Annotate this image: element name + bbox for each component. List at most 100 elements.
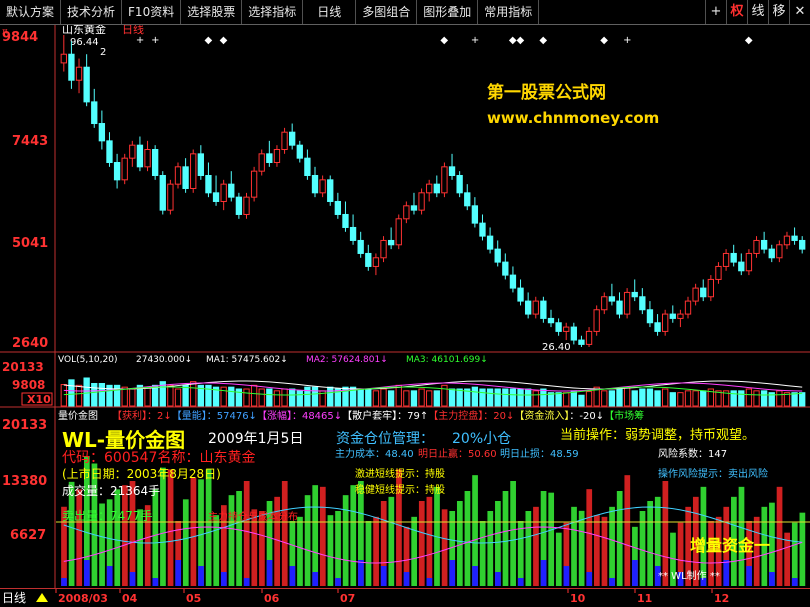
indicator-blue-bar (586, 572, 593, 586)
volume-bar (639, 388, 646, 407)
volume-bar (365, 388, 372, 407)
price-axis-label-2: 7443 (12, 134, 48, 149)
watermark-title: 第一股票公式网 (487, 82, 606, 103)
candlestick (753, 236, 760, 258)
candlestick (190, 149, 197, 193)
red-note: 主力持仓与成本分布 (208, 510, 298, 523)
select-indicator-button[interactable]: 选择指标 (242, 0, 304, 24)
volume-bar (753, 390, 760, 407)
indicator-blue-bar (335, 578, 341, 586)
volume-bar (205, 384, 212, 407)
candlestick (243, 192, 250, 219)
line-toggle[interactable]: 线 (747, 0, 768, 24)
volume-bar (578, 394, 585, 407)
candlestick (464, 184, 471, 211)
candlestick (448, 153, 456, 180)
candlestick (684, 296, 692, 319)
indicator-bar (205, 469, 212, 586)
indicator-bar (319, 486, 326, 586)
overlay-date: 2009年1月5日 (208, 431, 303, 447)
indicator-bar (533, 506, 539, 586)
indicator-blue-bar (472, 566, 478, 586)
plus-icon[interactable]: + (705, 0, 726, 24)
candlestick (349, 214, 357, 245)
candlestick (677, 309, 684, 328)
close-icon[interactable]: ✕ (789, 0, 810, 24)
volume-bar (144, 386, 151, 407)
volume-bar (623, 386, 631, 407)
volume-bar (494, 388, 501, 407)
indicator-bar (586, 489, 593, 586)
increase-funds: 增量资金一 (690, 536, 770, 555)
volume-bar (715, 390, 722, 407)
candlestick (60, 35, 67, 72)
toolbar: 默认方案 技术分析 F10资料 选择股票 选择指标 日线 多图组合 图形叠加 常… (0, 0, 810, 25)
volume-bar (403, 390, 410, 407)
candlestick (669, 305, 676, 323)
candlestick (616, 292, 623, 319)
volume-bar (738, 390, 745, 407)
indicator-tag: ：48465↓ (292, 411, 342, 422)
daily-line-button[interactable]: 日线 (303, 0, 357, 24)
volume-bar (243, 388, 250, 407)
overlay-button[interactable]: 图形叠加 (417, 0, 479, 24)
chart-area[interactable]: ¤ 山东黄金 日线 9844 7443 5041 2640 96.44 2 26… (0, 25, 810, 588)
indicator-bar (548, 492, 555, 586)
candlestick (387, 227, 395, 250)
candlestick (707, 275, 715, 302)
common-indicator-button[interactable]: 常用指标 (478, 0, 540, 24)
tech-analysis-button[interactable]: 技术分析 (61, 0, 123, 24)
volume-bar (479, 388, 486, 407)
volume-bar (174, 388, 182, 407)
candlestick (273, 145, 281, 167)
candlestick (799, 236, 806, 254)
move-toggle[interactable]: 移 (768, 0, 789, 24)
aggressive-tip: 激进短线提示：持股 (355, 467, 445, 480)
candlestick (258, 149, 265, 176)
candlestick (197, 145, 204, 180)
volume-bar (509, 388, 517, 407)
select-stock-button[interactable]: 选择股票 (181, 0, 243, 24)
signal-marker: + (151, 35, 159, 46)
multi-chart-button[interactable]: 多图组合 (356, 0, 418, 24)
candlestick (730, 244, 737, 267)
volume-bar (502, 388, 509, 407)
candlestick (426, 179, 433, 202)
volume-bar (121, 386, 128, 407)
candlestick (395, 214, 402, 250)
stop-profit: 明日止赢：50.60 (418, 447, 497, 460)
signal-marker: ◆ (539, 35, 547, 46)
volume-bar (456, 388, 463, 407)
candlestick (68, 41, 75, 89)
indicator-tag: ：2↓ (147, 411, 172, 422)
signal-markers: + + ◆ ◆ ◆ + ◆ ◆ ◆ ◆ + ◆ (136, 35, 753, 46)
signal-marker: ◆ (220, 35, 228, 46)
candlestick (151, 145, 159, 180)
default-scheme-button[interactable]: 默认方案 (0, 0, 62, 24)
candlestick (144, 140, 151, 172)
volume-bar (228, 386, 235, 407)
volume-bar (410, 390, 418, 407)
indicator-bar (160, 467, 166, 586)
volume-bar (182, 384, 189, 407)
f10-info-button[interactable]: F10资料 (122, 0, 182, 24)
vol-ma2: MA2: 57624.801↓ (306, 355, 388, 365)
volume-bar (692, 390, 699, 407)
candlestick (639, 288, 646, 315)
volume-bar (281, 388, 288, 407)
indicator-blue-bar (198, 566, 204, 586)
indicator-bar (76, 489, 83, 586)
candlestick (760, 231, 768, 254)
indicator-blue-bar (358, 560, 364, 586)
candlestick (304, 149, 311, 180)
weight-toggle[interactable]: 权 (726, 0, 747, 24)
candlestick (715, 262, 722, 284)
current-operation: 当前操作：弱势调整，持币观望。 (560, 427, 755, 443)
volume-bar (540, 388, 547, 407)
indicator-bar (502, 491, 509, 586)
price-axis-bottom: 2640 (12, 336, 48, 351)
signal-marker: ◆ (440, 35, 448, 46)
date-label: 05 (186, 592, 201, 605)
candlestick (228, 171, 235, 202)
volume-bar (258, 388, 265, 407)
